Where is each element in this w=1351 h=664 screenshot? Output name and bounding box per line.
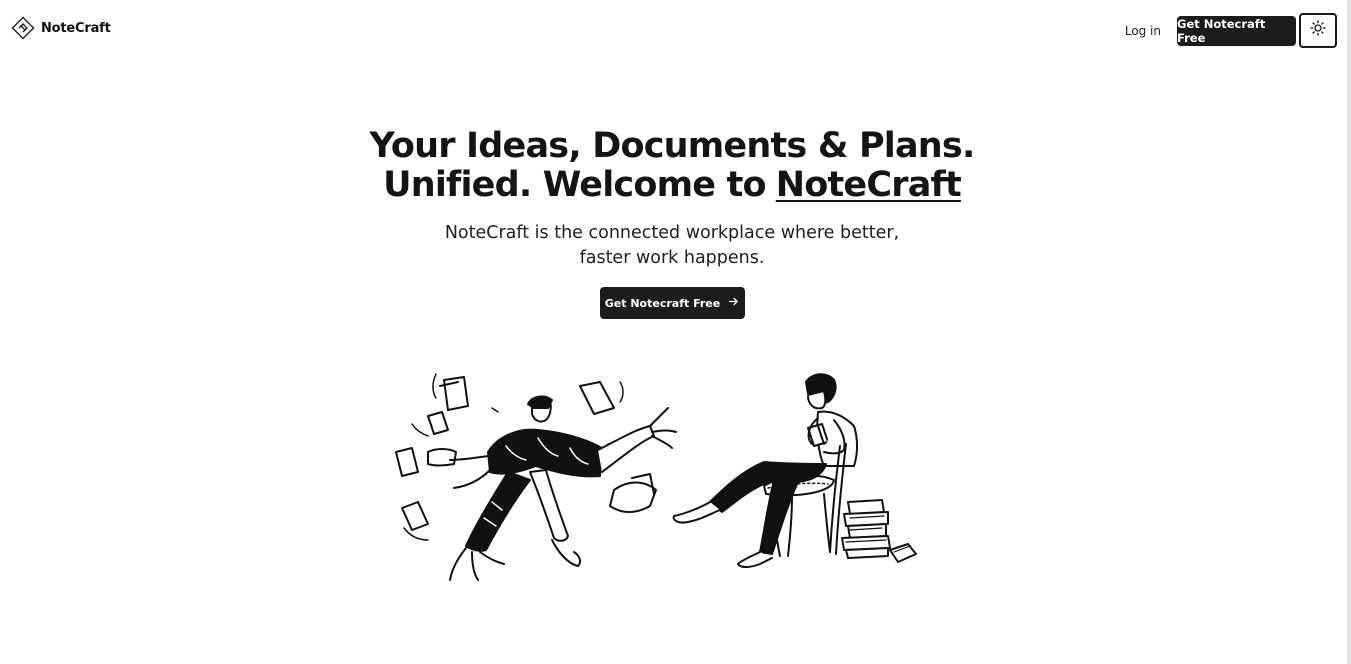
hero-section: Your Ideas, Documents & Plans. Unified. … <box>0 127 1344 319</box>
diamond-logo-icon <box>11 16 35 40</box>
reading-person-illustration <box>672 373 917 568</box>
hero-get-notecraft-free-button[interactable]: Get Notecraft Free <box>599 287 745 319</box>
hero-title-line1: Your Ideas, Documents & Plans. <box>369 126 976 166</box>
theme-toggle-button[interactable] <box>1299 13 1337 48</box>
hero-title: Your Ideas, Documents & Plans. Unified. … <box>0 127 1344 205</box>
hero-illustration <box>388 368 923 588</box>
top-navigation: NoteCraft Log in Get Notecraft Free <box>0 0 1351 58</box>
hero-subtitle: NoteCraft is the connected workplace whe… <box>444 223 900 268</box>
logo-text: NoteCraft <box>41 20 111 36</box>
page-scrollbar[interactable] <box>1347 0 1351 664</box>
logo[interactable]: NoteCraft <box>11 16 111 40</box>
login-link[interactable]: Log in <box>1125 24 1161 38</box>
hero-title-brand: NoteCraft <box>775 165 962 205</box>
nav-actions: Log in Get Notecraft Free <box>1125 13 1337 48</box>
arrow-right-icon <box>728 296 739 310</box>
running-person-illustration <box>395 373 677 581</box>
get-notecraft-free-button[interactable]: Get Notecraft Free <box>1177 15 1296 46</box>
sun-icon <box>1310 20 1326 41</box>
hero-title-line2: Unified. Welcome to <box>383 165 766 205</box>
hero-cta-label: Get Notecraft Free <box>604 296 721 310</box>
